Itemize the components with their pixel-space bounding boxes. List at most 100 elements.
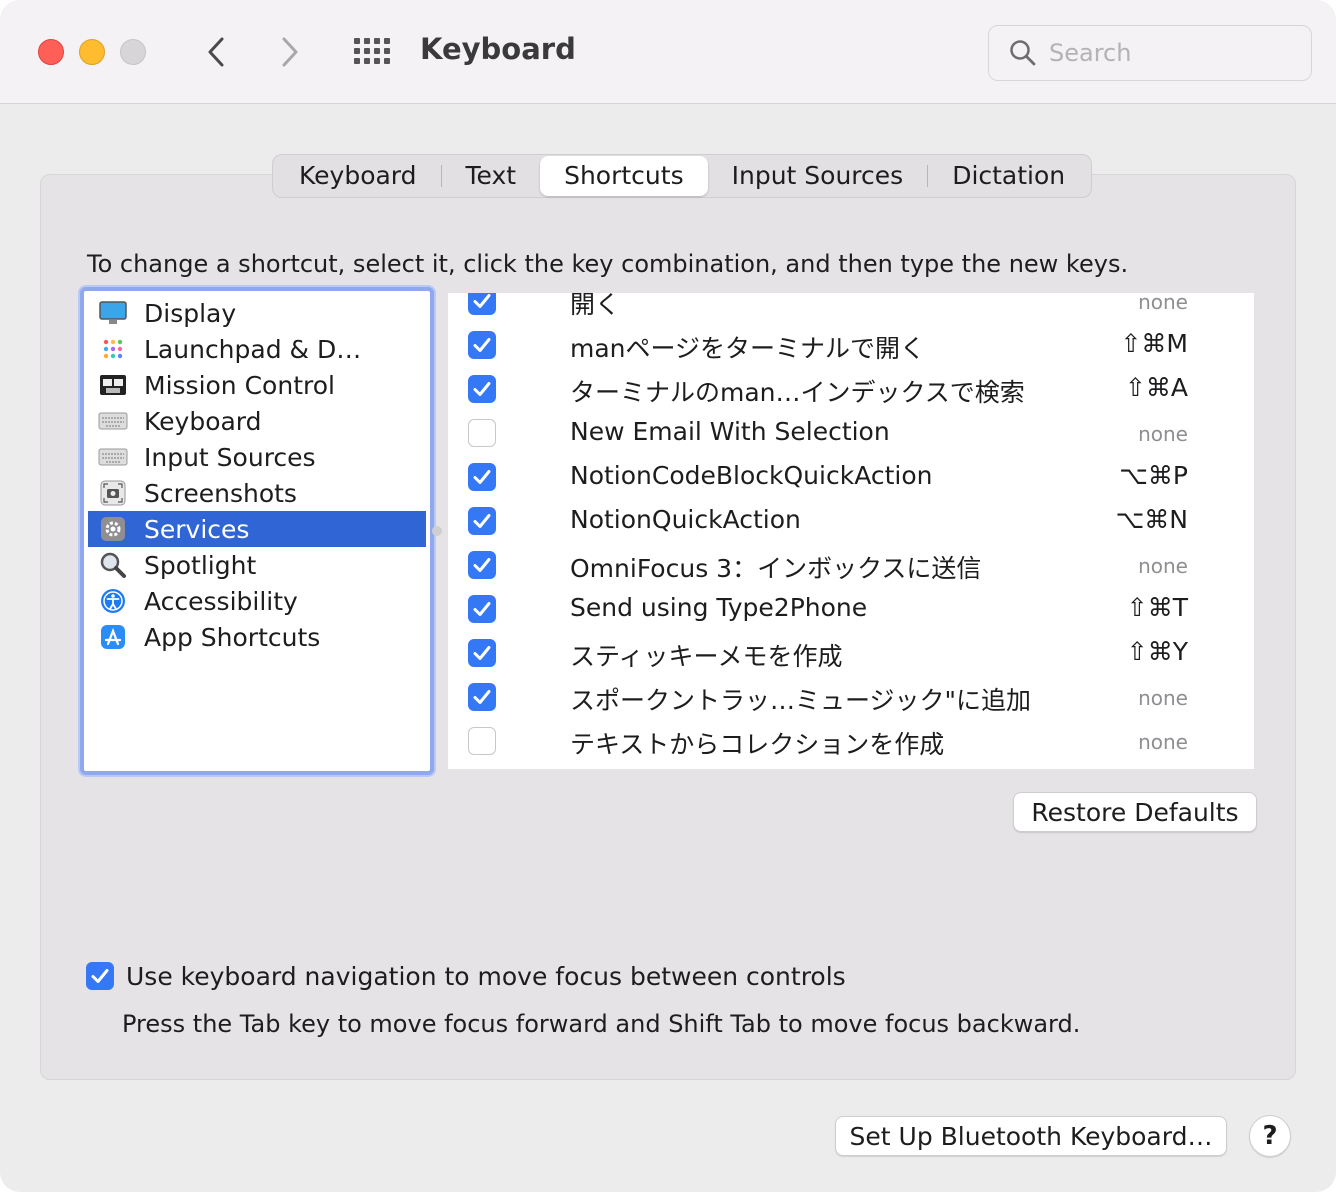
keyboard-icon [98,407,128,435]
service-name: テキストからコレクションを作成 [570,730,945,759]
service-shortcut[interactable]: ⌥⌘N [1115,505,1188,534]
service-enabled-checkbox[interactable] [468,375,496,403]
service-enabled-checkbox[interactable] [468,293,496,315]
checkmark-icon [473,294,491,308]
service-enabled-checkbox[interactable] [468,639,496,667]
service-name: NotionCodeBlockQuickAction [570,461,933,490]
checkmark-icon [473,338,491,352]
checkmark-icon [91,969,109,983]
service-enabled-checkbox[interactable] [468,595,496,623]
keyboard-navigation-checkbox[interactable] [86,962,114,990]
forward-button[interactable] [270,30,310,74]
launchpad-icon [98,335,128,363]
service-enabled-checkbox[interactable] [468,331,496,359]
table-row[interactable]: NotionCodeBlockQuickAction ⌥⌘P [448,455,1254,499]
minimize-button[interactable] [79,39,105,65]
category-label: Mission Control [144,370,335,400]
restore-defaults-button[interactable]: Restore Defaults [1013,792,1257,832]
category-services[interactable]: Services [88,511,426,547]
category-spotlight[interactable]: Spotlight [88,547,426,583]
table-row[interactable]: スポークントラッ…ミュージック"に追加 none [448,675,1254,719]
service-shortcut[interactable]: none [1138,730,1188,754]
category-app-shortcuts[interactable]: App Shortcuts [88,619,426,655]
service-shortcut[interactable]: ⌥⌘P [1119,461,1188,490]
category-label: Display [144,298,237,328]
service-enabled-checkbox[interactable] [468,463,496,491]
category-input-sources[interactable]: Input Sources [88,439,426,475]
back-button[interactable] [196,30,236,74]
table-row[interactable]: Send using Type2Phone ⇧⌘T [448,587,1254,631]
category-accessibility[interactable]: Accessibility [88,583,426,619]
category-label: Screenshots [144,478,297,508]
service-enabled-checkbox[interactable] [468,727,496,755]
tab-input-sources[interactable]: Input Sources [708,156,928,196]
service-name: 開く [570,293,621,319]
service-name: スティッキーメモを作成 [570,642,843,671]
instructions-text: To change a shortcut, select it, click t… [87,250,1129,278]
service-name: スポークントラッ…ミュージック"に追加 [570,686,1032,715]
service-shortcut[interactable]: ⇧⌘Y [1127,637,1188,666]
app-store-icon [98,623,128,651]
service-shortcut[interactable]: none [1138,422,1188,446]
service-shortcut[interactable]: none [1138,293,1188,314]
search-field[interactable] [988,25,1312,81]
category-mission-control[interactable]: Mission Control [88,367,426,403]
category-label: App Shortcuts [144,622,321,652]
split-view-handle[interactable] [432,526,442,536]
table-row[interactable]: OmniFocus 3：インボックスに送信 none [448,543,1254,587]
category-screenshots[interactable]: Screenshots [88,475,426,511]
category-label: Accessibility [144,586,298,616]
keyboard-navigation-hint: Press the Tab key to move focus forward … [122,1010,1081,1038]
tab-dictation[interactable]: Dictation [928,156,1089,196]
service-name: OmniFocus 3：インボックスに送信 [570,554,982,583]
table-row[interactable]: スティッキーメモを作成 ⇧⌘Y [448,631,1254,675]
gear-icon [98,515,128,543]
category-label: Keyboard [144,406,262,436]
screenshot-icon [98,479,128,507]
zoom-button[interactable] [120,39,146,65]
category-label: Services [144,514,250,544]
service-shortcut[interactable]: ⇧⌘T [1127,593,1188,622]
close-button[interactable] [38,39,64,65]
service-enabled-checkbox[interactable] [468,551,496,579]
service-enabled-checkbox[interactable] [468,419,496,447]
table-row[interactable]: New Email With Selection none [448,411,1254,455]
services-shortcut-list[interactable]: 開く none manページをターミナルで開く ⇧⌘M ターミナルのman…イン… [448,293,1254,769]
service-enabled-checkbox[interactable] [468,507,496,535]
search-icon [1010,40,1036,66]
magnifier-icon [98,551,128,579]
tab-text[interactable]: Text [442,156,541,196]
help-button[interactable]: ? [1249,1115,1291,1157]
keyboard-navigation-label[interactable]: Use keyboard navigation to move focus be… [126,962,846,991]
checkmark-icon [473,382,491,396]
shortcut-category-list[interactable]: Display Launchpad & D… Mission Control K… [80,287,434,775]
show-all-grid-icon[interactable] [350,36,394,68]
service-shortcut[interactable]: none [1138,686,1188,710]
tab-bar: Keyboard Text Shortcuts Input Sources Di… [272,154,1093,198]
table-row[interactable]: NotionQuickAction ⌥⌘N [448,499,1254,543]
service-name: manページをターミナルで開く [570,334,926,363]
tab-keyboard[interactable]: Keyboard [275,156,441,196]
display-icon [98,299,128,327]
setup-bluetooth-keyboard-button[interactable]: Set Up Bluetooth Keyboard… [835,1116,1227,1156]
checkmark-icon [473,690,491,704]
service-shortcut[interactable]: none [1138,554,1188,578]
table-row[interactable]: 開く none [448,293,1254,323]
service-shortcut[interactable]: ⇧⌘A [1125,373,1188,402]
category-keyboard[interactable]: Keyboard [88,403,426,439]
service-shortcut[interactable]: ⇧⌘M [1120,329,1188,358]
table-row[interactable]: テキストからコレクションを作成 none [448,719,1254,763]
tab-shortcuts[interactable]: Shortcuts [540,156,708,196]
checkmark-icon [473,470,491,484]
chevron-left-icon [208,37,224,67]
search-input[interactable] [1049,38,1289,68]
category-label: Input Sources [144,442,316,472]
category-display[interactable]: Display [88,295,426,331]
window-title: Keyboard [420,32,576,66]
category-launchpad[interactable]: Launchpad & D… [88,331,426,367]
service-enabled-checkbox[interactable] [468,683,496,711]
table-row[interactable]: manページをターミナルで開く ⇧⌘M [448,323,1254,367]
accessibility-icon [98,587,128,615]
table-row[interactable]: ターミナルのman…インデックスで検索 ⇧⌘A [448,367,1254,411]
keyboard-preferences-window: Keyboard Keyboard Text Shortcuts Input S… [0,0,1336,1192]
